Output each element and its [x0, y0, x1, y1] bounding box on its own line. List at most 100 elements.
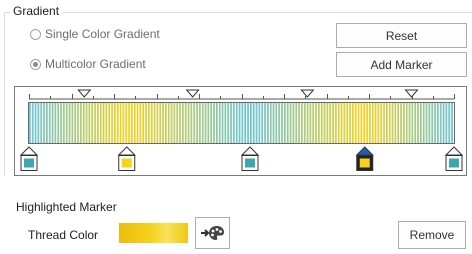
gradient-stripe — [442, 103, 445, 143]
gradient-stripe — [352, 103, 354, 143]
gradient-stripe — [105, 103, 108, 143]
color-stop-marker[interactable] — [444, 146, 464, 171]
gradient-stripe — [199, 103, 201, 143]
gradient-stripe — [238, 103, 241, 143]
gradient-editor[interactable] — [14, 86, 467, 176]
thread-color-swatch[interactable] — [119, 223, 188, 243]
gradient-stripe — [422, 103, 425, 143]
gradient-stripe — [65, 103, 68, 143]
gradient-stripe — [439, 103, 442, 143]
gradient-stripe — [323, 103, 326, 143]
color-stop-marker[interactable] — [19, 146, 39, 171]
gradient-stripe — [284, 103, 286, 143]
gradient-stripe — [394, 103, 397, 143]
gradient-stripe — [218, 103, 221, 143]
gradient-stripe — [46, 103, 48, 143]
gradient-stripe — [292, 103, 295, 143]
gradient-stripe — [445, 103, 448, 143]
gradient-stripe — [366, 103, 368, 143]
gradient-stripe — [116, 103, 119, 143]
single-color-label: Single Color Gradient — [45, 27, 160, 41]
gradient-stripe — [408, 103, 411, 143]
gradient-stripe — [54, 103, 57, 143]
gradient-stripe — [60, 103, 62, 143]
gradient-stripe — [437, 103, 439, 143]
multicolor-radio-icon[interactable] — [30, 58, 41, 70]
gradient-stripe — [179, 103, 181, 143]
gradient-stripe — [210, 103, 213, 143]
color-stop-marker[interactable] — [117, 146, 136, 171]
gradient-stripe — [397, 103, 400, 143]
gradient-stripe — [193, 103, 196, 143]
gradient-stripe — [57, 103, 60, 143]
midpoint-handle-icon — [300, 89, 315, 98]
gradient-stripe — [201, 103, 204, 143]
gradient-stripe — [343, 103, 346, 143]
gradient-stripe — [34, 103, 37, 143]
thread-color-label: Thread Color — [28, 228, 99, 242]
gradient-stripe — [108, 103, 111, 143]
gradient-stripe — [241, 103, 244, 143]
gradient-stripe — [318, 103, 320, 143]
gradient-stripe — [332, 103, 334, 143]
gradient-stripe — [88, 103, 91, 143]
gradient-stripe — [269, 103, 272, 143]
gradient-stripe — [111, 103, 113, 143]
gradient-stripe — [326, 103, 329, 143]
marker-swatch — [245, 158, 255, 168]
gradient-stripe — [94, 103, 96, 143]
gradient-stripe — [213, 103, 215, 143]
gradient-stripe — [349, 103, 351, 143]
marker-swatch — [359, 158, 370, 168]
marker-arrow-icon — [355, 146, 374, 156]
add-marker-button[interactable]: Add Marker — [336, 52, 467, 77]
gradient-stripe — [391, 103, 394, 143]
gradient-stripe — [380, 103, 383, 143]
marker-swatch — [24, 158, 34, 168]
gradient-stripe — [335, 103, 337, 143]
gradient-stripe — [184, 103, 187, 143]
gradient-editor-canvas[interactable] — [15, 87, 466, 175]
single-color-gradient-option[interactable]: Single Color Gradient — [30, 27, 160, 41]
remove-button[interactable]: Remove — [398, 221, 466, 249]
reset-button[interactable]: Reset — [336, 23, 467, 48]
marker-arrow-icon — [240, 146, 260, 156]
gradient-stripe — [354, 103, 357, 143]
gradient-stripe — [196, 103, 198, 143]
gradient-stripe — [250, 103, 252, 143]
color-stop-marker[interactable] — [240, 146, 260, 171]
gradient-stripe — [233, 103, 235, 143]
gradient-stripe — [31, 103, 34, 143]
gradient-stripe — [235, 103, 238, 143]
gradient-stripe — [252, 103, 255, 143]
gradient-stripe — [207, 103, 210, 143]
gradient-stripe — [303, 103, 306, 143]
gradient-stripe — [216, 103, 218, 143]
gradient-stripe — [170, 103, 173, 143]
gradient-stripe — [122, 103, 125, 143]
gradient-stripe — [85, 103, 88, 143]
gradient-stripe — [451, 103, 453, 143]
gradient-stripe — [306, 103, 309, 143]
gradient-stripe — [363, 103, 366, 143]
gradient-stripe — [48, 103, 51, 143]
single-color-radio-icon[interactable] — [30, 28, 41, 40]
gradient-stripe — [74, 103, 77, 143]
gradient-stripe — [153, 103, 156, 143]
gradient-stripe — [71, 103, 74, 143]
gradient-stripe — [431, 103, 434, 143]
gradient-stripe — [221, 103, 224, 143]
gradient-stripe — [190, 103, 193, 143]
gradient-stripe — [125, 103, 128, 143]
gradient-stripe — [244, 103, 247, 143]
gradient-stripe — [227, 103, 230, 143]
multicolor-gradient-option[interactable]: Multicolor Gradient — [30, 57, 146, 71]
color-picker-button[interactable] — [195, 217, 230, 249]
gradient-stripe — [428, 103, 431, 143]
color-stop-marker[interactable] — [355, 146, 374, 171]
gradient-stripe — [360, 103, 363, 143]
gradient-stripe — [43, 103, 45, 143]
gradient-stripe — [97, 103, 99, 143]
gradient-stripe — [133, 103, 136, 143]
gradient-stripe — [119, 103, 122, 143]
